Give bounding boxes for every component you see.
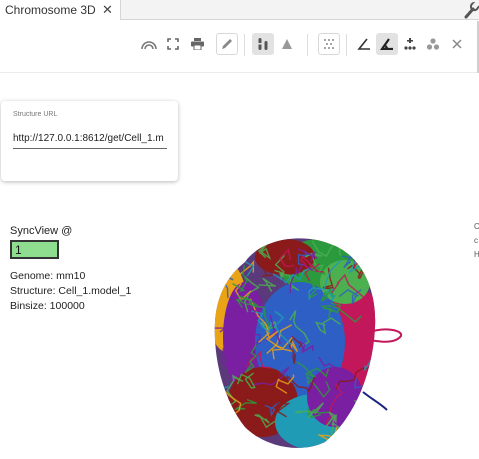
chromosome-strand bbox=[367, 254, 376, 280]
close-icon[interactable] bbox=[446, 33, 468, 55]
triangle-icon[interactable] bbox=[276, 33, 298, 55]
chromosome-strand bbox=[214, 238, 223, 250]
structure-url-card: Structure URL bbox=[1, 101, 178, 181]
pencil-icon[interactable] bbox=[216, 33, 238, 55]
toolbar bbox=[0, 21, 479, 73]
syncview-label: SyncView @ bbox=[10, 225, 73, 237]
right-edge-text: H bbox=[474, 250, 479, 259]
right-edge-text: C bbox=[474, 222, 479, 231]
toolbar-separator bbox=[244, 34, 245, 56]
genome-label: Genome: mm10 bbox=[10, 270, 86, 282]
tab-close-icon[interactable]: ✕ bbox=[102, 0, 113, 20]
tab-chromosome-3d[interactable]: Chromosome 3D ✕ bbox=[0, 0, 121, 20]
print-icon[interactable] bbox=[186, 33, 208, 55]
chromosome-strand bbox=[352, 244, 372, 270]
move-points-icon[interactable] bbox=[399, 33, 421, 55]
fullscreen-icon[interactable] bbox=[162, 33, 184, 55]
right-edge-text: c bbox=[474, 236, 478, 245]
syncview-input[interactable] bbox=[10, 240, 59, 259]
chromosome-strand bbox=[229, 436, 242, 448]
chromosome-strand bbox=[215, 418, 227, 439]
chromosome-3d-viewer[interactable] bbox=[205, 232, 410, 454]
cluster-icon[interactable] bbox=[422, 33, 444, 55]
toolbar-separator bbox=[307, 34, 308, 56]
chromosome-strand bbox=[214, 247, 230, 265]
toolbar-separator bbox=[346, 34, 347, 56]
binsize-label: Binsize: 100000 bbox=[10, 300, 85, 312]
angle-outline-icon[interactable] bbox=[353, 33, 375, 55]
scatter-icon[interactable] bbox=[318, 33, 340, 55]
angle-filled-icon[interactable] bbox=[376, 33, 398, 55]
chromosome-strand bbox=[353, 399, 367, 419]
tab-title: Chromosome 3D bbox=[5, 3, 96, 17]
chromosome-icon[interactable] bbox=[252, 33, 274, 55]
chromosome-strand bbox=[220, 435, 245, 448]
tab-bar: Chromosome 3D ✕ bbox=[0, 0, 479, 20]
wrench-icon[interactable] bbox=[463, 0, 479, 19]
structure-label: Structure: Cell_1.model_1 bbox=[10, 285, 132, 297]
rainbow-icon[interactable] bbox=[138, 33, 160, 55]
structure-url-label: Structure URL bbox=[13, 111, 58, 118]
structure-url-input[interactable] bbox=[13, 129, 167, 149]
